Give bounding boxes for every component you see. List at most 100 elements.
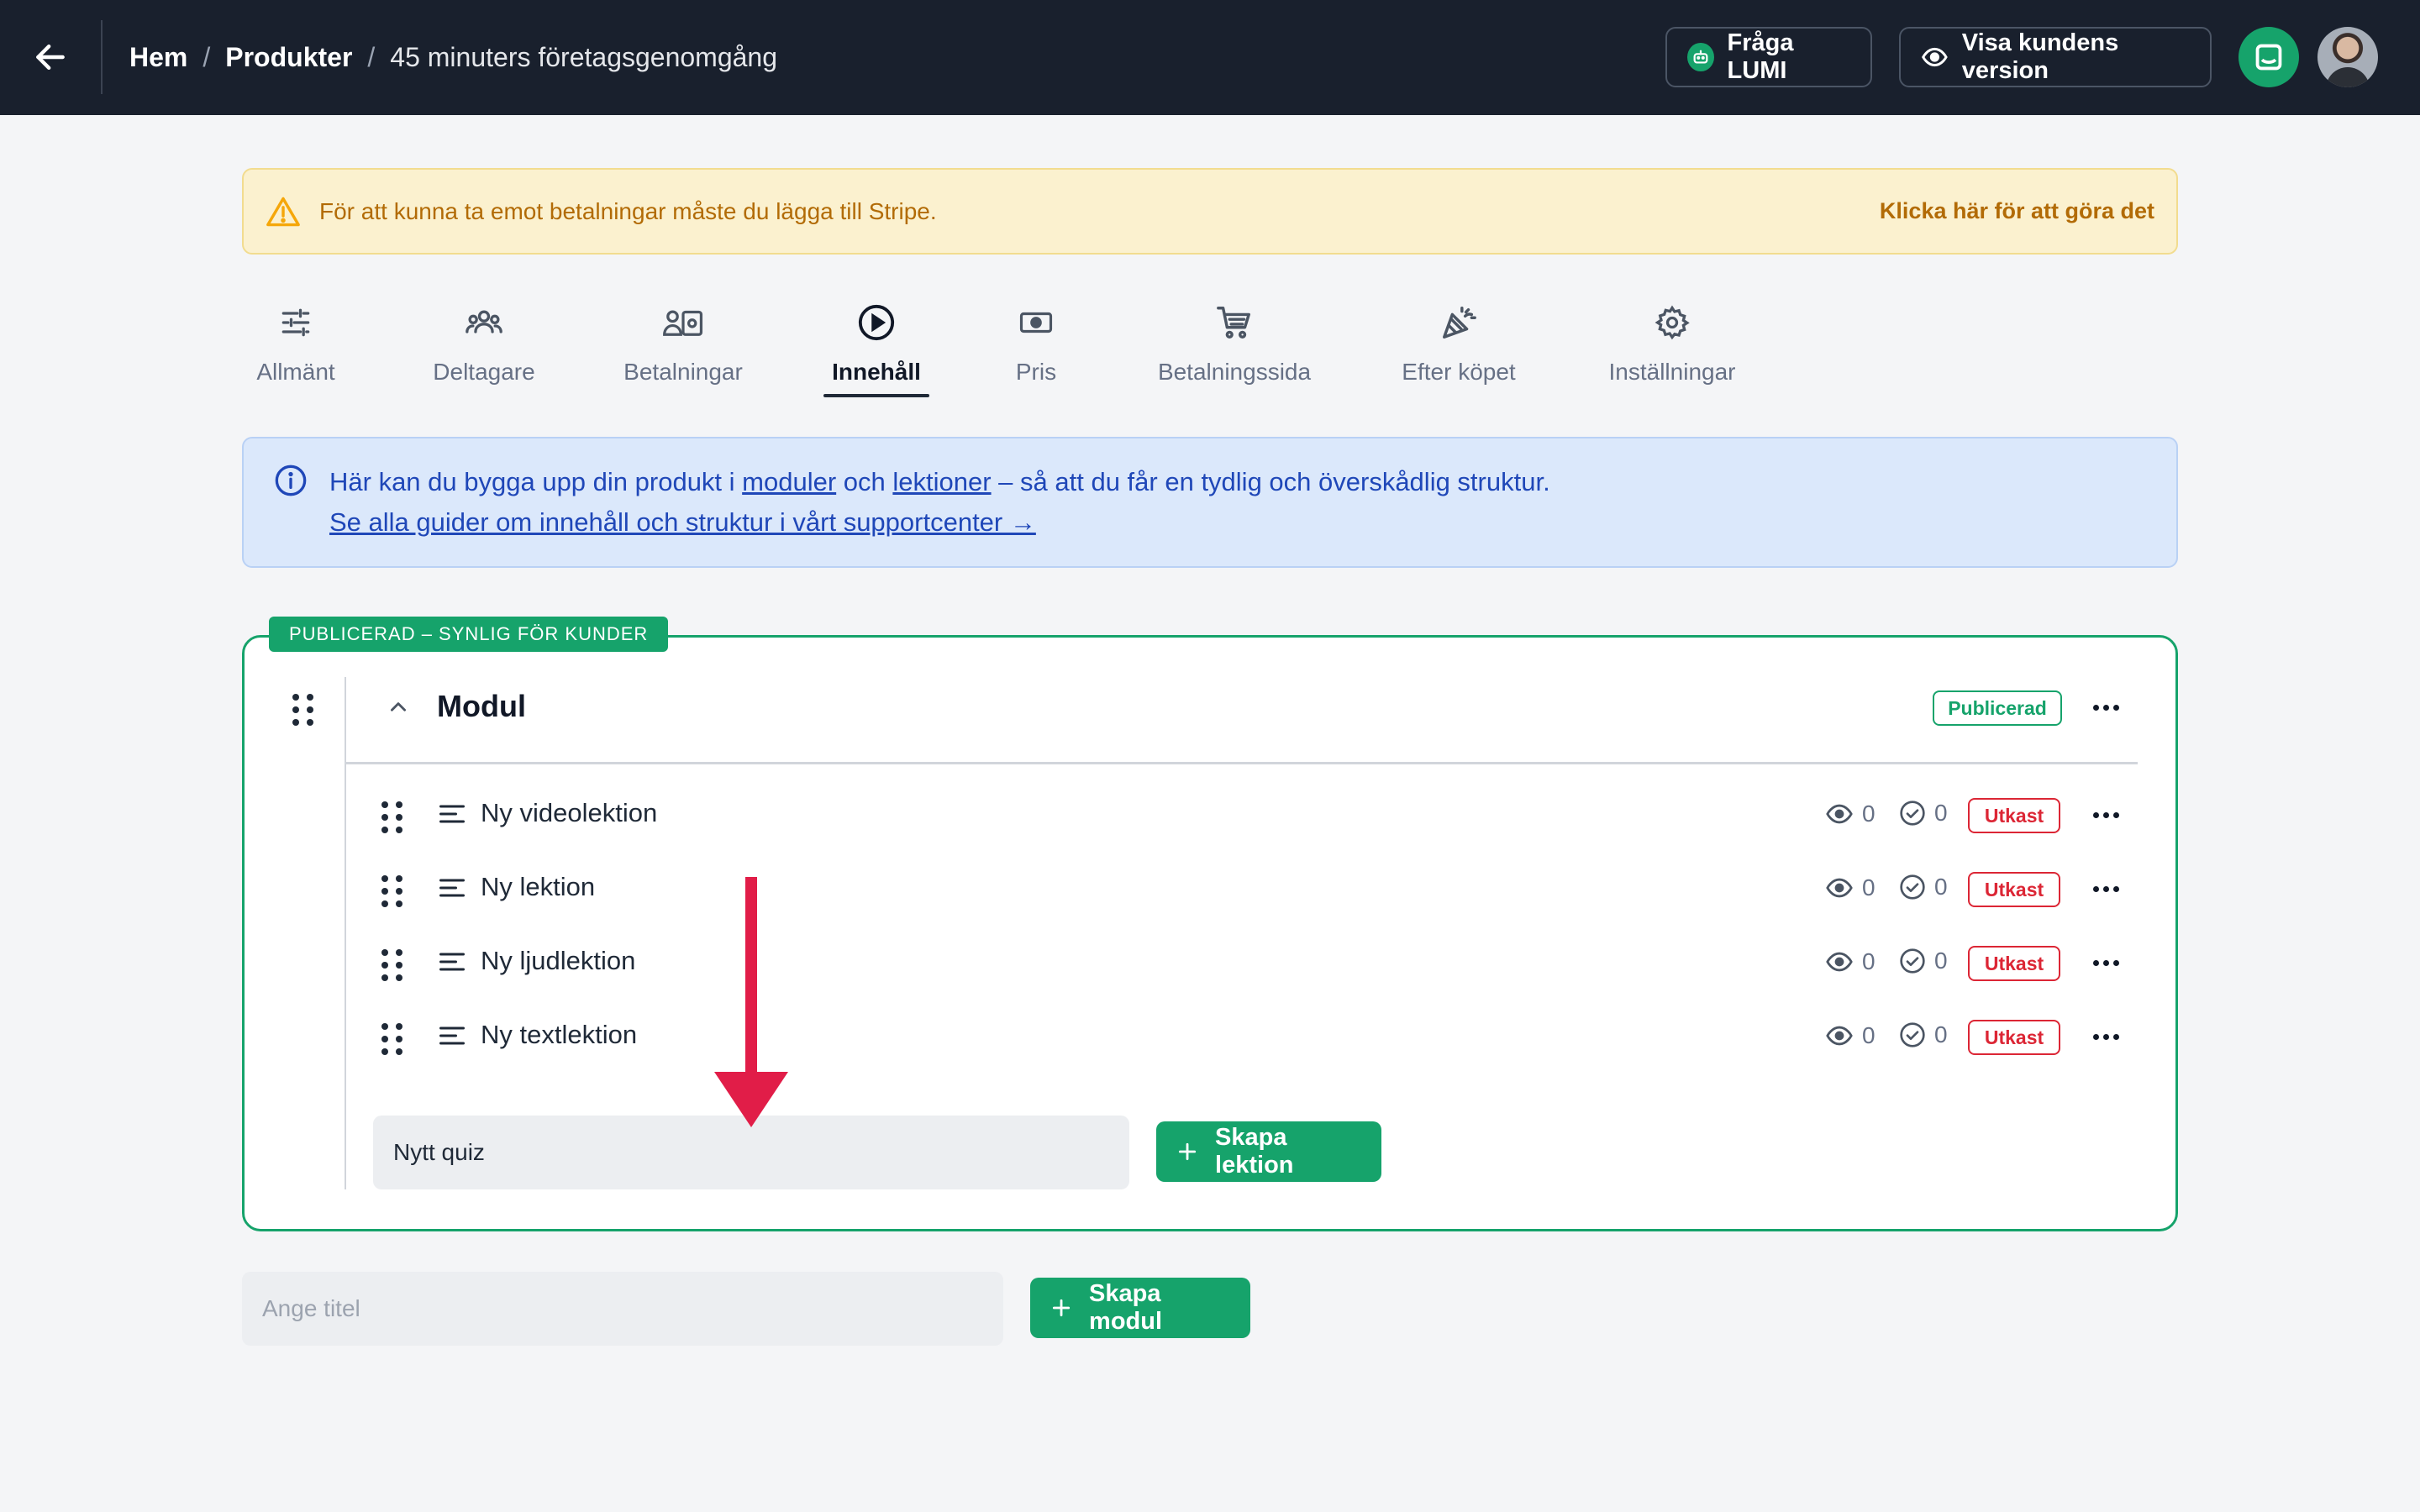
- chevron-up-icon: [391, 702, 406, 711]
- tab-label: Pris: [1015, 359, 1057, 385]
- module-header-divider: [345, 762, 2138, 764]
- add-stripe-link[interactable]: Klicka här för att göra det: [1880, 198, 2154, 224]
- warning-text: För att kunna ta emot betalningar måste …: [319, 197, 937, 224]
- tab-label: Inställningar: [1608, 359, 1736, 385]
- inbox-icon: [2255, 44, 2282, 71]
- lesson-status-badge: Utkast: [1968, 872, 2060, 907]
- tab-label: Efter köpet: [1402, 359, 1516, 385]
- text-lines-icon: [439, 879, 465, 897]
- ask-lumi-button[interactable]: Fråga LUMI: [1665, 27, 1872, 87]
- lesson-drag-handle[interactable]: [381, 1023, 402, 1055]
- tab-label: Allmänt: [256, 359, 335, 385]
- create-lesson-button[interactable]: Skapa lektion: [1156, 1121, 1381, 1182]
- party-popper-icon: [1443, 307, 1476, 339]
- support-guides-link[interactable]: Se alla guider om innehåll och struktur …: [329, 507, 1036, 538]
- published-banner: PUBLICERAD – SYNLIG FÖR KUNDER: [269, 617, 669, 652]
- tab-deltagare[interactable]: Deltagare: [424, 298, 544, 397]
- new-lesson-title-input[interactable]: [373, 1116, 1129, 1189]
- info-banner: Här kan du bygga upp din produkt i modul…: [242, 437, 2178, 568]
- breadcrumb-separator: /: [367, 41, 376, 72]
- plus-icon: [1052, 1299, 1071, 1317]
- breadcrumb-separator: /: [203, 41, 211, 72]
- play-circle-icon: [858, 304, 895, 341]
- lesson-more-button[interactable]: [2089, 946, 2123, 979]
- info-text: Här kan du bygga upp din produkt i modul…: [329, 467, 1550, 496]
- lesson-more-button[interactable]: [2089, 798, 2123, 832]
- text-lines-icon: [439, 805, 465, 823]
- completions-stat: 0: [1899, 948, 1948, 974]
- completions-stat: 0: [1899, 1021, 1948, 1048]
- module-title[interactable]: Modul: [437, 689, 526, 724]
- check-circle-icon: [1900, 948, 1925, 974]
- lesson-drag-handle[interactable]: [381, 875, 402, 907]
- completions-stat: 0: [1899, 874, 1948, 900]
- module-more-button[interactable]: [2089, 690, 2123, 724]
- chat-button[interactable]: [2238, 27, 2299, 87]
- views-stat: 0: [1825, 948, 1876, 976]
- lessons-link[interactable]: lektioner: [892, 467, 991, 496]
- gear-icon: [1655, 305, 1690, 340]
- breadcrumb-products[interactable]: Produkter: [225, 42, 352, 73]
- lesson-title[interactable]: Ny videolektion: [481, 798, 657, 828]
- tab-label: Innehåll: [832, 359, 921, 385]
- cart-icon: [1217, 307, 1250, 339]
- lesson-row: Ny ljudlektion 0 0 Utkast: [353, 929, 2143, 996]
- modules-link[interactable]: moduler: [742, 467, 836, 496]
- lesson-drag-handle[interactable]: [381, 801, 402, 833]
- ask-lumi-label: Fråga LUMI: [1727, 29, 1794, 84]
- module-status-badge: Publicerad: [1933, 690, 2062, 726]
- breadcrumb-home[interactable]: Hem: [129, 42, 187, 73]
- tab-label: Deltagare: [433, 359, 535, 385]
- lesson-row: Ny textlektion 0 0 Utkast: [353, 1003, 2143, 1070]
- customer-view-button[interactable]: Visa kundens version: [1899, 27, 2212, 87]
- new-module-title-input[interactable]: [242, 1272, 1003, 1346]
- views-stat: 0: [1825, 874, 1876, 902]
- check-circle-icon: [1900, 1022, 1925, 1047]
- payments-icon: [663, 310, 703, 336]
- lesson-title[interactable]: Ny lektion: [481, 872, 595, 902]
- tab-innehall[interactable]: Innehåll: [823, 298, 929, 397]
- info-icon: [275, 465, 307, 496]
- lesson-row: Ny lektion 0 0 Utkast: [353, 855, 2143, 922]
- eye-icon: [1826, 1026, 1853, 1046]
- lesson-row: Ny videolektion 0 0 Utkast: [353, 781, 2143, 848]
- tab-label: Betalningssida: [1157, 359, 1312, 385]
- tab-betalningar[interactable]: Betalningar: [620, 298, 746, 397]
- create-lesson-label: Skapa lektion: [1215, 1124, 1294, 1179]
- users-icon: [466, 310, 502, 333]
- topbar-divider: [101, 20, 103, 94]
- sliders-icon: [281, 308, 310, 337]
- arrow-left-icon: [36, 44, 65, 71]
- module-drag-handle[interactable]: [292, 694, 313, 726]
- check-circle-icon: [1900, 874, 1925, 900]
- module-rail: [345, 677, 346, 1189]
- tab-pris[interactable]: Pris: [1007, 298, 1065, 397]
- eye-icon: [1826, 952, 1853, 972]
- check-circle-icon: [1900, 801, 1925, 826]
- eye-icon: [1826, 878, 1853, 898]
- collapse-button[interactable]: [383, 690, 413, 724]
- banknote-icon: [1019, 312, 1053, 333]
- plus-icon: [1178, 1142, 1197, 1161]
- tab-betalningssida[interactable]: Betalningssida: [1155, 298, 1314, 397]
- breadcrumb: Hem / Produkter / 45 minuters företagsge…: [129, 37, 777, 77]
- lesson-drag-handle[interactable]: [381, 949, 402, 981]
- lesson-status-badge: Utkast: [1968, 1020, 2060, 1055]
- avatar[interactable]: [2317, 27, 2378, 87]
- lesson-more-button[interactable]: [2089, 1020, 2123, 1053]
- customer-view-label: Visa kundens version: [1961, 29, 2119, 84]
- lesson-more-button[interactable]: [2089, 872, 2123, 906]
- stripe-warning: För att kunna ta emot betalningar måste …: [242, 168, 2178, 255]
- warning-icon: [266, 197, 300, 226]
- lesson-title[interactable]: Ny textlektion: [481, 1020, 637, 1050]
- text-lines-icon: [439, 953, 465, 971]
- eye-icon: [1826, 804, 1853, 824]
- back-button[interactable]: [25, 32, 76, 82]
- lesson-title[interactable]: Ny ljudlektion: [481, 946, 635, 976]
- breadcrumb-current: 45 minuters företagsgenomgång: [390, 41, 778, 72]
- tab-allmant[interactable]: Allmänt: [242, 298, 350, 397]
- create-module-button[interactable]: Skapa modul: [1030, 1278, 1250, 1338]
- lesson-status-badge: Utkast: [1968, 798, 2060, 833]
- tab-installningar[interactable]: Inställningar: [1603, 298, 1741, 397]
- tab-efter-kopet[interactable]: Efter köpet: [1398, 298, 1519, 397]
